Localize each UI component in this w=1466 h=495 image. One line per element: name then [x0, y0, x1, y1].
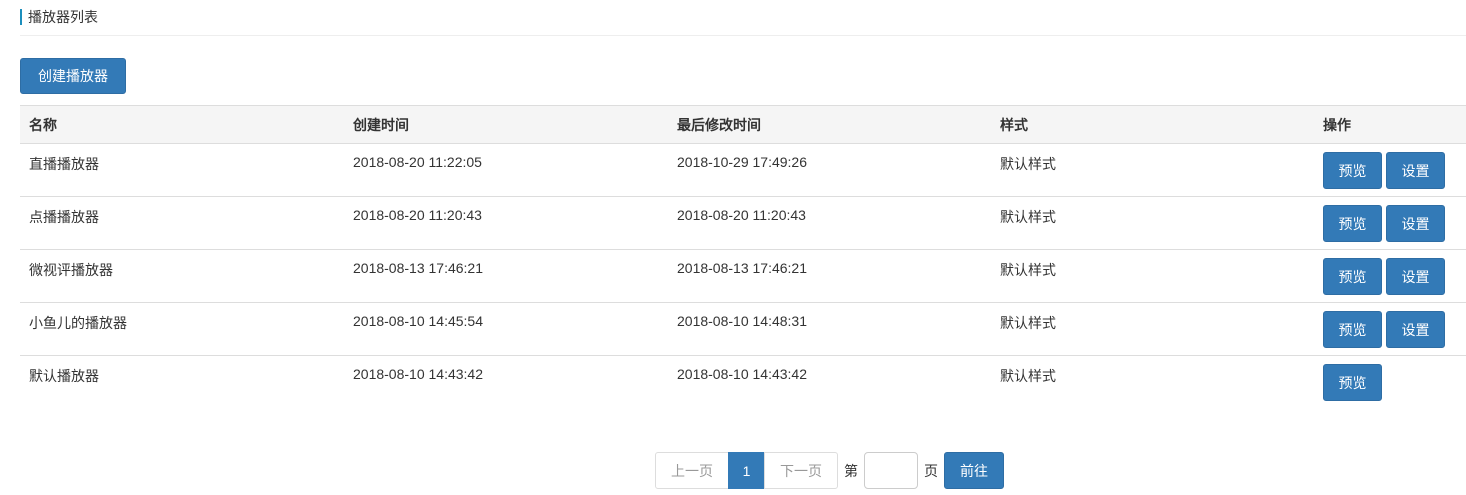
player-name: 微视评播放器 — [29, 262, 113, 278]
settings-button[interactable]: 设置 — [1386, 205, 1445, 242]
modified-time: 2018-08-10 14:48:31 — [677, 313, 807, 329]
page-title: 播放器列表 — [28, 9, 98, 25]
table-header-row: 名称 创建时间 最后修改时间 样式 操作 — [20, 105, 1466, 144]
row-actions: 预览 设置 — [1314, 302, 1466, 356]
style-name: 默认样式 — [1000, 156, 1056, 172]
page-number-current[interactable]: 1 — [728, 452, 765, 489]
preview-button[interactable]: 预览 — [1323, 205, 1382, 242]
style-name: 默认样式 — [1000, 368, 1056, 384]
page-header: 播放器列表 — [20, 8, 98, 26]
table-row: 默认播放器 2018-08-10 14:43:42 2018-08-10 14:… — [20, 356, 1466, 409]
created-time: 2018-08-20 11:22:05 — [353, 154, 482, 170]
preview-button[interactable]: 预览 — [1323, 364, 1382, 401]
modified-time: 2018-10-29 17:49:26 — [677, 154, 807, 170]
column-header-modified: 最后修改时间 — [668, 105, 991, 144]
header-divider — [20, 35, 1466, 36]
modified-time: 2018-08-10 14:43:42 — [677, 366, 807, 382]
page-jump-input[interactable] — [864, 452, 918, 489]
player-table: 名称 创建时间 最后修改时间 样式 操作 直播播放器 2018-08-20 11… — [20, 105, 1466, 409]
player-name: 默认播放器 — [29, 368, 99, 384]
column-header-name: 名称 — [20, 105, 344, 144]
column-header-created: 创建时间 — [344, 105, 668, 144]
table-row: 微视评播放器 2018-08-13 17:46:21 2018-08-13 17… — [20, 249, 1466, 303]
player-name: 小鱼儿的播放器 — [29, 315, 127, 331]
table-row: 直播播放器 2018-08-20 11:22:05 2018-10-29 17:… — [20, 143, 1466, 197]
column-header-style: 样式 — [991, 105, 1314, 144]
prev-page-button[interactable]: 上一页 — [655, 452, 729, 489]
title-accent-bar — [20, 9, 22, 25]
table-row: 点播播放器 2018-08-20 11:20:43 2018-08-20 11:… — [20, 196, 1466, 250]
style-name: 默认样式 — [1000, 315, 1056, 331]
pagination: 上一页 1 下一页 第 页 前往 — [655, 452, 1004, 489]
created-time: 2018-08-10 14:43:42 — [353, 366, 483, 382]
created-time: 2018-08-13 17:46:21 — [353, 260, 483, 276]
page-suffix-label: 页 — [924, 462, 938, 479]
preview-button[interactable]: 预览 — [1323, 152, 1382, 189]
created-time: 2018-08-20 11:20:43 — [353, 207, 482, 223]
modified-time: 2018-08-20 11:20:43 — [677, 207, 806, 223]
preview-button[interactable]: 预览 — [1323, 311, 1382, 348]
style-name: 默认样式 — [1000, 209, 1056, 225]
style-name: 默认样式 — [1000, 262, 1056, 278]
player-name: 点播播放器 — [29, 209, 99, 225]
next-page-button[interactable]: 下一页 — [764, 452, 838, 489]
settings-button[interactable]: 设置 — [1386, 258, 1445, 295]
row-actions: 预览 设置 — [1314, 249, 1466, 303]
created-time: 2018-08-10 14:45:54 — [353, 313, 483, 329]
row-actions: 预览 — [1314, 356, 1466, 409]
settings-button[interactable]: 设置 — [1386, 152, 1445, 189]
go-to-page-button[interactable]: 前往 — [944, 452, 1004, 489]
row-actions: 预览 设置 — [1314, 143, 1466, 197]
create-player-button[interactable]: 创建播放器 — [20, 58, 126, 94]
table-row: 小鱼儿的播放器 2018-08-10 14:45:54 2018-08-10 1… — [20, 302, 1466, 356]
column-header-actions: 操作 — [1314, 105, 1466, 144]
modified-time: 2018-08-13 17:46:21 — [677, 260, 807, 276]
settings-button[interactable]: 设置 — [1386, 311, 1445, 348]
preview-button[interactable]: 预览 — [1323, 258, 1382, 295]
player-name: 直播播放器 — [29, 156, 99, 172]
page-prefix-label: 第 — [844, 462, 858, 479]
row-actions: 预览 设置 — [1314, 196, 1466, 250]
